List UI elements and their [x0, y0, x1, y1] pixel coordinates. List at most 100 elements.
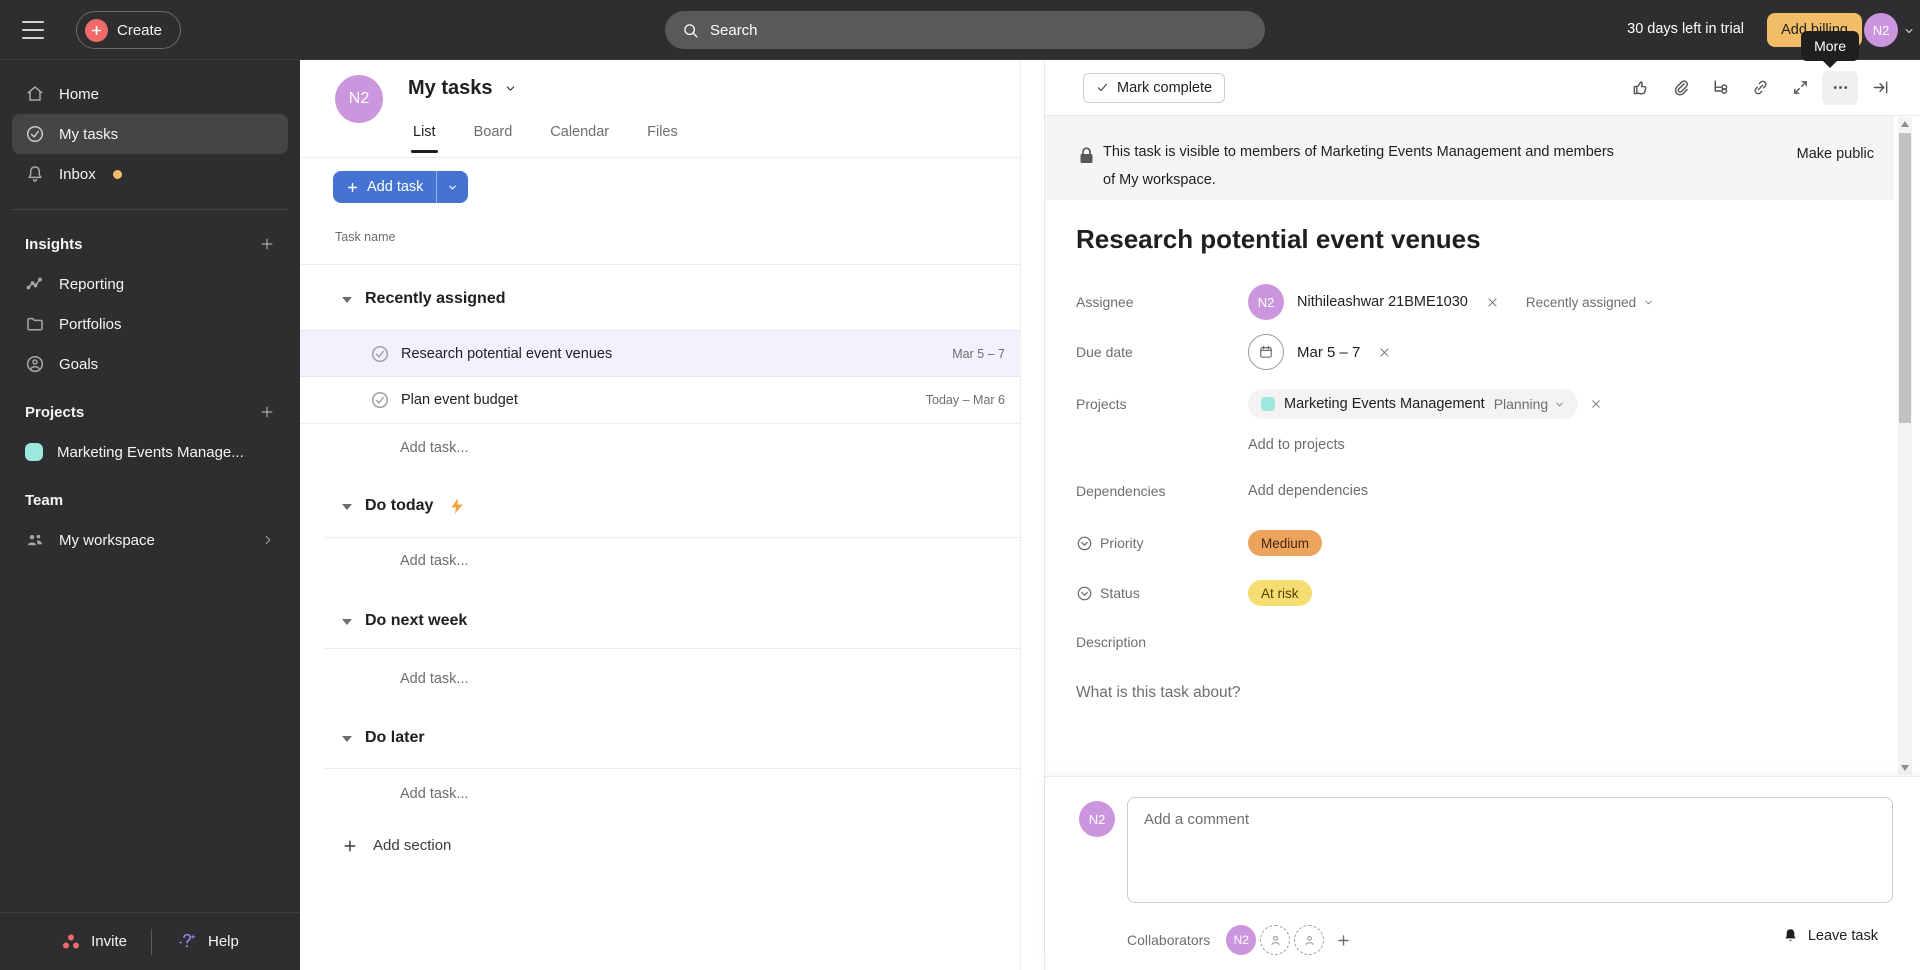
- sidebar-item-inbox[interactable]: Inbox: [12, 154, 288, 194]
- close-panel-button[interactable]: [1862, 71, 1898, 105]
- assignee-avatar[interactable]: N2: [1248, 284, 1284, 320]
- remove-due-date-button[interactable]: [1378, 346, 1391, 359]
- assignee-label: Assignee: [1076, 294, 1134, 310]
- section-divider: [325, 648, 1021, 649]
- task-title[interactable]: Research potential event venues: [1076, 224, 1481, 255]
- add-collaborator-button[interactable]: [1336, 933, 1351, 948]
- add-dependencies-button[interactable]: Add dependencies: [1248, 483, 1368, 499]
- add-section-button[interactable]: Add section: [342, 837, 451, 854]
- add-to-projects-button[interactable]: Add to projects: [1248, 437, 1345, 453]
- copy-link-button[interactable]: [1742, 71, 1778, 105]
- section-header-do-today[interactable]: Do today: [342, 497, 466, 515]
- sidebar-section-insights[interactable]: Insights: [12, 224, 288, 264]
- detail-scrollbar[interactable]: [1898, 117, 1912, 775]
- my-tasks-list-pane: N2 My tasks List Board Calendar Files Ad…: [300, 60, 1044, 970]
- project-name: Marketing Events Management: [1284, 396, 1485, 412]
- invite-button[interactable]: Invite: [61, 932, 127, 952]
- add-task-inline[interactable]: Add task...: [400, 553, 469, 569]
- user-avatar[interactable]: N2: [1864, 13, 1898, 47]
- scroll-down-arrow[interactable]: [1901, 765, 1909, 771]
- description-placeholder[interactable]: What is this task about?: [1076, 684, 1241, 702]
- tab-list[interactable]: List: [411, 124, 438, 153]
- column-header-task-name[interactable]: Task name: [335, 230, 395, 244]
- sidebar-item-reporting[interactable]: Reporting: [12, 264, 288, 304]
- status-value-badge[interactable]: At risk: [1248, 580, 1312, 606]
- leave-task-button[interactable]: Leave task: [1782, 927, 1878, 944]
- task-row[interactable]: Research potential event venues Mar 5 – …: [300, 330, 1021, 377]
- attach-button[interactable]: [1662, 71, 1698, 105]
- complete-check-icon[interactable]: [370, 390, 390, 410]
- collaborator-placeholder-icon[interactable]: [1294, 925, 1325, 955]
- priority-value-badge[interactable]: Medium: [1248, 530, 1323, 556]
- sidebar-item-my-tasks[interactable]: My tasks: [12, 114, 288, 154]
- make-public-button[interactable]: Make public: [1797, 146, 1874, 162]
- collapse-triangle-icon[interactable]: [342, 619, 352, 625]
- remove-assignee-button[interactable]: [1486, 296, 1499, 309]
- x-icon: [1592, 400, 1600, 408]
- visibility-banner-text: This task is visible to members of Marke…: [1103, 138, 1614, 194]
- search-placeholder: Search: [710, 21, 758, 39]
- assignee-name[interactable]: Nithileashwar 21BME1030: [1297, 294, 1468, 310]
- create-button[interactable]: Create: [76, 11, 182, 49]
- add-task-button[interactable]: Add task: [333, 171, 469, 203]
- task-due-date: Mar 5 – 7: [952, 346, 1005, 361]
- tab-board[interactable]: Board: [474, 124, 513, 140]
- page-title[interactable]: My tasks: [408, 77, 517, 100]
- add-task-dropdown[interactable]: [437, 171, 468, 203]
- sidebar-section-title: Insights: [25, 235, 83, 253]
- add-to-projects-row: Add to projects: [1076, 437, 1345, 453]
- chevron-down-icon: [1556, 402, 1563, 406]
- add-project-icon[interactable]: [259, 404, 275, 420]
- add-task-inline[interactable]: Add task...: [400, 671, 469, 687]
- section-header-do-later[interactable]: Do later: [342, 729, 425, 747]
- leave-task-label: Leave task: [1807, 927, 1878, 944]
- section-header-do-next-week[interactable]: Do next week: [342, 612, 467, 630]
- add-task-inline[interactable]: Add task...: [400, 786, 469, 802]
- more-actions-button[interactable]: [1822, 70, 1858, 105]
- help-button[interactable]: Help: [176, 931, 239, 953]
- add-insight-icon[interactable]: [259, 236, 275, 252]
- add-task-button-label: Add task: [367, 179, 424, 195]
- sidebar-item-my-workspace[interactable]: My workspace: [12, 520, 288, 560]
- mark-complete-button[interactable]: Mark complete: [1083, 72, 1226, 103]
- calendar-icon[interactable]: [1248, 334, 1284, 370]
- sidebar-item-goals[interactable]: Goals: [12, 344, 288, 384]
- add-subtask-button[interactable]: [1702, 71, 1738, 105]
- add-task-inline[interactable]: Add task...: [400, 440, 469, 456]
- account-menu-chevron-icon[interactable]: [1903, 25, 1915, 37]
- scrollbar-thumb[interactable]: [1899, 133, 1911, 423]
- fullscreen-button[interactable]: [1782, 71, 1818, 105]
- bell-icon: [1785, 929, 1796, 941]
- remove-project-button[interactable]: [1590, 398, 1602, 410]
- sidebar-toggle-button[interactable]: [22, 15, 52, 45]
- sidebar-item-project-marketing[interactable]: Marketing Events Manage...: [12, 432, 288, 472]
- collapse-triangle-icon[interactable]: [342, 504, 352, 510]
- assignee-section-dropdown[interactable]: Recently assigned: [1526, 295, 1654, 310]
- project-chip[interactable]: Marketing Events Management Planning: [1248, 389, 1579, 419]
- sidebar-item-portfolios[interactable]: Portfolios: [12, 304, 288, 344]
- expand-icon: [1793, 81, 1807, 94]
- plus-icon: [85, 18, 108, 42]
- sidebar-section-title: Team: [25, 491, 64, 509]
- section-header-recently-assigned[interactable]: Recently assigned: [342, 290, 506, 308]
- collaborator-avatar[interactable]: N2: [1226, 925, 1257, 955]
- complete-check-icon[interactable]: [370, 344, 390, 364]
- add-section-label: Add section: [373, 837, 452, 854]
- people-icon: [28, 534, 42, 546]
- scroll-up-arrow[interactable]: [1901, 121, 1909, 127]
- tab-calendar[interactable]: Calendar: [550, 124, 609, 140]
- collapse-triangle-icon[interactable]: [342, 297, 352, 303]
- sidebar-section-projects[interactable]: Projects: [12, 392, 288, 432]
- paperclip-icon: [1674, 80, 1688, 96]
- due-date-value[interactable]: Mar 5 – 7: [1297, 344, 1360, 361]
- collapse-triangle-icon[interactable]: [342, 736, 352, 742]
- collaborator-placeholder-icon[interactable]: [1260, 925, 1291, 955]
- project-section-dropdown[interactable]: Planning: [1494, 396, 1566, 412]
- tab-files[interactable]: Files: [647, 124, 678, 140]
- task-row[interactable]: Plan event budget Today – Mar 6: [300, 377, 1021, 424]
- comment-input[interactable]: [1127, 797, 1893, 903]
- person-circle-icon: [26, 355, 44, 373]
- sidebar-item-home[interactable]: Home: [12, 74, 288, 114]
- search-input[interactable]: Search: [665, 11, 1265, 49]
- like-button[interactable]: [1622, 71, 1658, 105]
